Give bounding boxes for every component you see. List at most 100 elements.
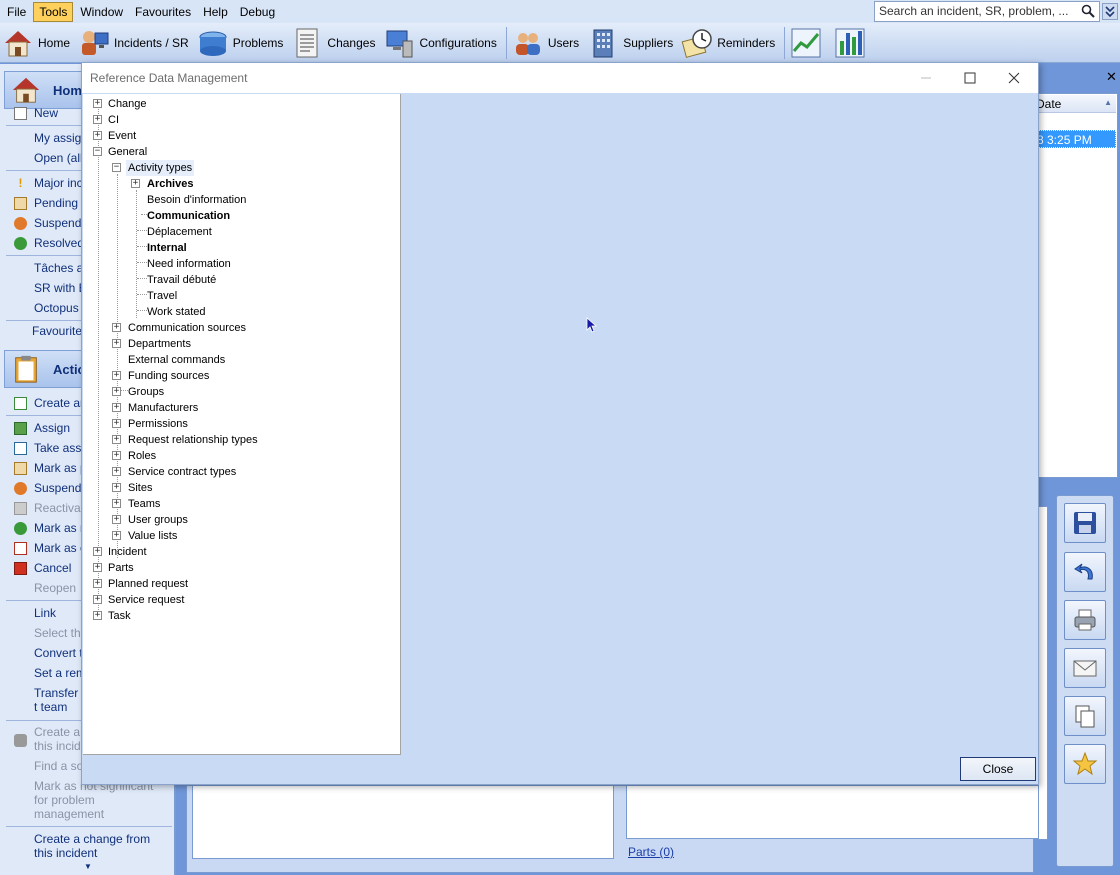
tree-node-manufacturers[interactable]: Manufacturers <box>128 400 198 416</box>
expand-icon[interactable]: + <box>112 531 121 540</box>
expand-icon[interactable]: + <box>112 435 121 444</box>
configurations-button[interactable]: Configurations <box>381 25 502 61</box>
tree-node-communication[interactable]: Communication <box>147 208 230 224</box>
tree-node-travail-debute[interactable]: Travail débuté <box>147 272 216 288</box>
sidebar-action-transfer[interactable]: Transfer t team <box>34 686 82 714</box>
changes-button[interactable]: Changes <box>289 25 381 61</box>
tree-node-request-relationship-types[interactable]: Request relationship types <box>128 432 258 448</box>
expand-icon[interactable]: + <box>112 499 121 508</box>
home-button[interactable]: Home <box>0 25 76 61</box>
tree-node-permissions[interactable]: Permissions <box>128 416 188 432</box>
undo-button[interactable] <box>1064 552 1106 592</box>
search-input[interactable]: Search an incident, SR, problem, ... <box>874 1 1100 22</box>
tree-node-activity-types[interactable]: Activity types <box>126 160 195 176</box>
expand-icon[interactable]: + <box>93 563 102 572</box>
incidents-sr-button[interactable]: Incidents / SR <box>76 25 195 61</box>
copy-button[interactable] <box>1064 696 1106 736</box>
expand-icon[interactable]: + <box>112 467 121 476</box>
tree-node-planned-request[interactable]: Planned request <box>108 576 188 592</box>
tree-node-external-commands[interactable]: External commands <box>128 352 225 368</box>
tree-node-task[interactable]: Task <box>108 608 131 624</box>
close-window-button[interactable] <box>992 67 1036 89</box>
expand-icon[interactable]: + <box>93 579 102 588</box>
tree-node-travel[interactable]: Travel <box>147 288 177 304</box>
expand-icon[interactable]: + <box>93 131 102 140</box>
tree-node-archives[interactable]: Archives <box>147 176 193 192</box>
print-button[interactable] <box>1064 600 1106 640</box>
sidebar-action-not-significant[interactable]: Mark as not significant for problem mana… <box>34 779 166 821</box>
sidebar-action-create-change[interactable]: Create a change from this incident <box>34 832 154 860</box>
line-chart-button[interactable] <box>788 25 832 61</box>
tree-node-funding-sources[interactable]: Funding sources <box>128 368 209 384</box>
menu-window[interactable]: Window <box>75 3 128 21</box>
tree-node-departments[interactable]: Departments <box>128 336 191 352</box>
expand-icon[interactable]: + <box>112 323 121 332</box>
sidebar-action-create-this[interactable]: Create a this incid <box>34 725 86 753</box>
expand-icon[interactable]: + <box>112 339 121 348</box>
tree-node-internal[interactable]: Internal <box>147 240 187 256</box>
expand-icon[interactable]: + <box>93 611 102 620</box>
menu-favourites[interactable]: Favourites <box>130 3 196 21</box>
tree-node-event[interactable]: Event <box>108 128 136 144</box>
envelope-icon <box>1073 660 1097 677</box>
tree-node-parts[interactable]: Parts <box>108 560 134 576</box>
expand-icon[interactable]: + <box>112 515 121 524</box>
tree-node-incident[interactable]: Incident <box>108 544 147 560</box>
tree-node-roles[interactable]: Roles <box>128 448 156 464</box>
table-row-selected[interactable]: 8 3:25 PM <box>1036 130 1116 148</box>
tree-node-communication-sources[interactable]: Communication sources <box>128 320 246 336</box>
save-button[interactable] <box>1064 503 1106 543</box>
tree-node-value-lists[interactable]: Value lists <box>128 528 177 544</box>
expand-icon[interactable]: + <box>131 179 140 188</box>
collapse-icon[interactable]: − <box>93 147 102 156</box>
menu-file[interactable]: File <box>2 3 31 21</box>
tree-node-general[interactable]: General <box>108 144 147 160</box>
expand-icon[interactable]: + <box>112 387 121 396</box>
expand-icon[interactable]: + <box>93 99 102 108</box>
tree-node-user-groups[interactable]: User groups <box>128 512 188 528</box>
tree-node-service-contract-types[interactable]: Service contract types <box>128 464 236 480</box>
menu-tools[interactable]: Tools <box>33 1 74 22</box>
dialog-titlebar[interactable]: Reference Data Management <box>82 63 1038 93</box>
expand-icon[interactable]: + <box>93 115 102 124</box>
tree-node-groups[interactable]: Groups <box>128 384 164 400</box>
expand-icon[interactable]: + <box>93 547 102 556</box>
expand-icon[interactable]: + <box>112 403 121 412</box>
suppliers-button[interactable]: Suppliers <box>585 25 679 61</box>
menu-help[interactable]: Help <box>198 3 233 21</box>
search-icon[interactable] <box>1081 4 1095 18</box>
maximize-button[interactable] <box>948 67 992 89</box>
tree-node-work-stated[interactable]: Work stated <box>147 304 206 320</box>
tree-node-besoin[interactable]: Besoin d'information <box>147 192 246 208</box>
expand-icon[interactable]: + <box>93 595 102 604</box>
minimize-button[interactable] <box>904 67 948 89</box>
email-button[interactable] <box>1064 648 1106 688</box>
tree-node-deplacement[interactable]: Déplacement <box>147 224 212 240</box>
collapse-icon[interactable]: − <box>112 163 121 172</box>
reference-tree[interactable]: + Change + CI + Event − General − Activi… <box>83 94 401 755</box>
bar-chart-button[interactable] <box>832 25 876 61</box>
date-column-header[interactable]: Date ▲ <box>1036 95 1116 113</box>
close-icon[interactable]: ✕ <box>1106 69 1117 85</box>
tree-node-service-request[interactable]: Service request <box>108 592 184 608</box>
tree-node-teams[interactable]: Teams <box>128 496 160 512</box>
close-button[interactable]: Close <box>960 757 1036 781</box>
tree-node-ci[interactable]: CI <box>108 112 119 128</box>
favourite-button[interactable] <box>1064 744 1106 784</box>
tree-node-need-information[interactable]: Need information <box>147 256 231 272</box>
tree-node-sites[interactable]: Sites <box>128 480 152 496</box>
expand-icon[interactable]: + <box>112 451 121 460</box>
problems-button[interactable]: Problems <box>195 25 290 61</box>
minimize-icon <box>921 77 931 79</box>
reminders-button[interactable]: Reminders <box>679 25 781 61</box>
menu-debug[interactable]: Debug <box>235 3 280 21</box>
users-button[interactable]: Users <box>510 25 585 61</box>
tree-node-change[interactable]: Change <box>108 96 147 112</box>
parts-link[interactable]: Parts (0) <box>628 845 674 859</box>
search-placeholder: Search an incident, SR, problem, ... <box>879 4 1069 18</box>
expand-icon[interactable]: + <box>112 483 121 492</box>
expand-icon[interactable]: + <box>112 371 121 380</box>
expand-icon[interactable]: + <box>112 419 121 428</box>
chevron-down-icon[interactable] <box>1102 3 1118 20</box>
scroll-down-icon[interactable]: ▼ <box>84 862 92 871</box>
